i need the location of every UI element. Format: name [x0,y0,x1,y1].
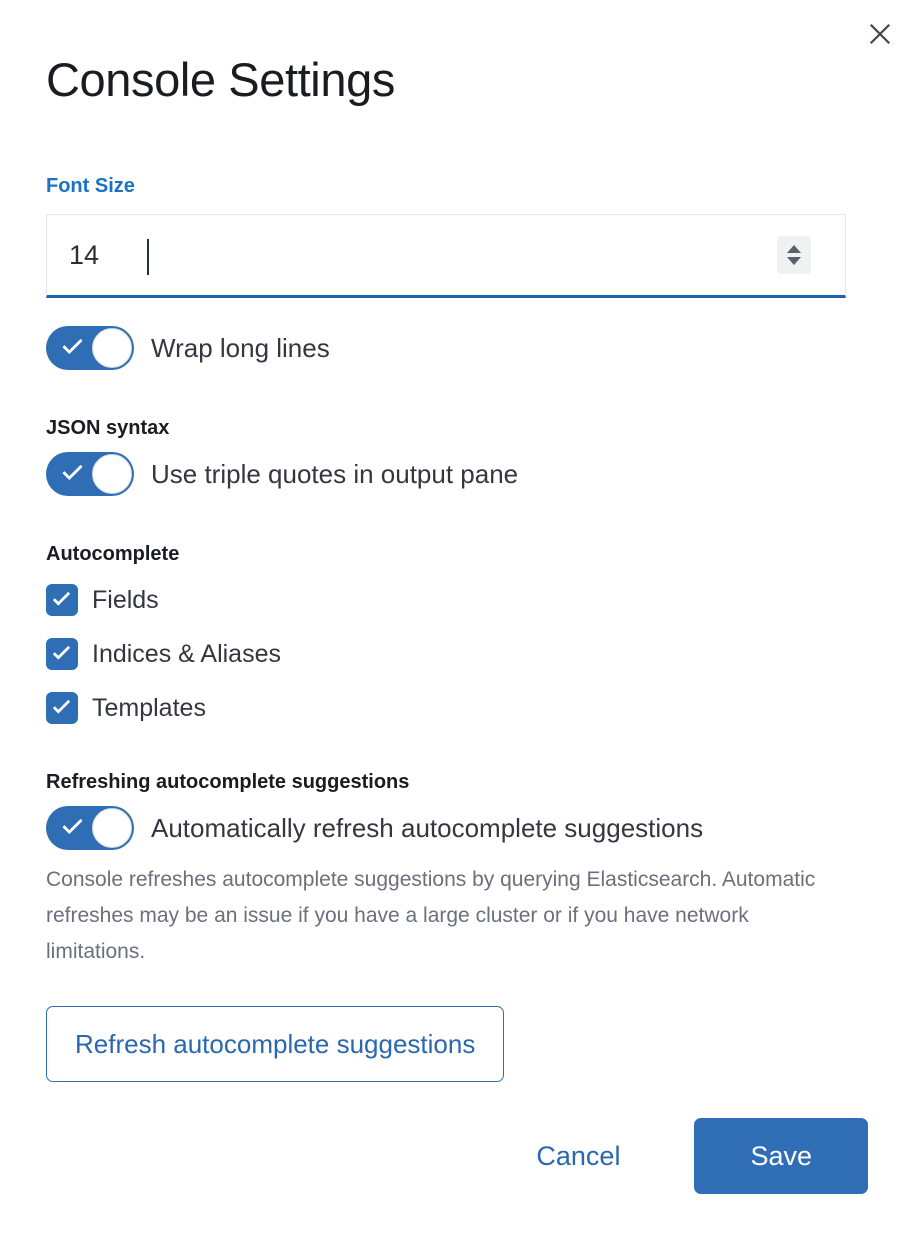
check-icon [62,813,83,835]
cancel-button[interactable]: Cancel [512,1127,644,1186]
wrap-long-lines-label: Wrap long lines [151,333,330,363]
triangle-down-icon[interactable] [787,257,801,265]
page-title: Console Settings [46,53,395,106]
autocomplete-header: Autocomplete [46,543,180,565]
triangle-up-icon[interactable] [787,245,801,253]
close-icon [867,21,893,47]
autocomplete-indices-checkbox[interactable] [46,638,78,670]
autocomplete-templates-checkbox[interactable] [46,692,78,724]
toggle-knob [92,808,132,848]
check-icon [52,642,71,660]
autocomplete-templates-row[interactable]: Templates [46,692,846,724]
font-size-input[interactable] [47,215,747,295]
check-icon [52,588,71,606]
auto-refresh-toggle[interactable] [46,806,134,850]
refresh-button-container: Refresh autocomplete suggestions [46,1006,846,1082]
check-icon [62,333,83,355]
save-button[interactable]: Save [694,1118,868,1194]
triple-quotes-row[interactable]: Use triple quotes in output pane [46,452,846,496]
check-icon [62,459,83,481]
settings-body: Font Size Wrap long lines JSON syntax [46,174,846,1082]
close-button[interactable] [860,14,900,54]
refreshing-header: Refreshing autocomplete suggestions [46,771,410,793]
auto-refresh-label: Automatically refresh autocomplete sugge… [151,813,704,843]
toggle-knob [92,328,132,368]
dialog-footer: Cancel Save [512,1118,868,1194]
json-syntax-header: JSON syntax [46,417,170,439]
autocomplete-indices-label: Indices & Aliases [92,640,281,668]
font-size-field-wrapper [46,214,846,298]
wrap-long-lines-toggle[interactable] [46,326,134,370]
check-icon [52,696,71,714]
autocomplete-fields-label: Fields [92,586,159,614]
font-size-label: Font Size [46,175,135,197]
toggle-knob [92,454,132,494]
triple-quotes-label: Use triple quotes in output pane [151,459,519,489]
triple-quotes-toggle[interactable] [46,452,134,496]
auto-refresh-row[interactable]: Automatically refresh autocomplete sugge… [46,806,846,850]
autocomplete-fields-row[interactable]: Fields [46,584,846,616]
font-size-form-row: Font Size [46,174,846,298]
wrap-long-lines-row[interactable]: Wrap long lines [46,326,846,370]
autocomplete-indices-row[interactable]: Indices & Aliases [46,638,846,670]
auto-refresh-helper-text: Console refreshes autocomplete suggestio… [46,868,816,963]
autocomplete-fields-checkbox[interactable] [46,584,78,616]
number-stepper[interactable] [777,236,811,274]
text-caret [147,239,149,275]
refresh-autocomplete-button[interactable]: Refresh autocomplete suggestions [46,1006,505,1082]
console-settings-modal: Console Settings Font Size Wrap long lin… [0,0,914,1242]
autocomplete-templates-label: Templates [92,694,206,722]
